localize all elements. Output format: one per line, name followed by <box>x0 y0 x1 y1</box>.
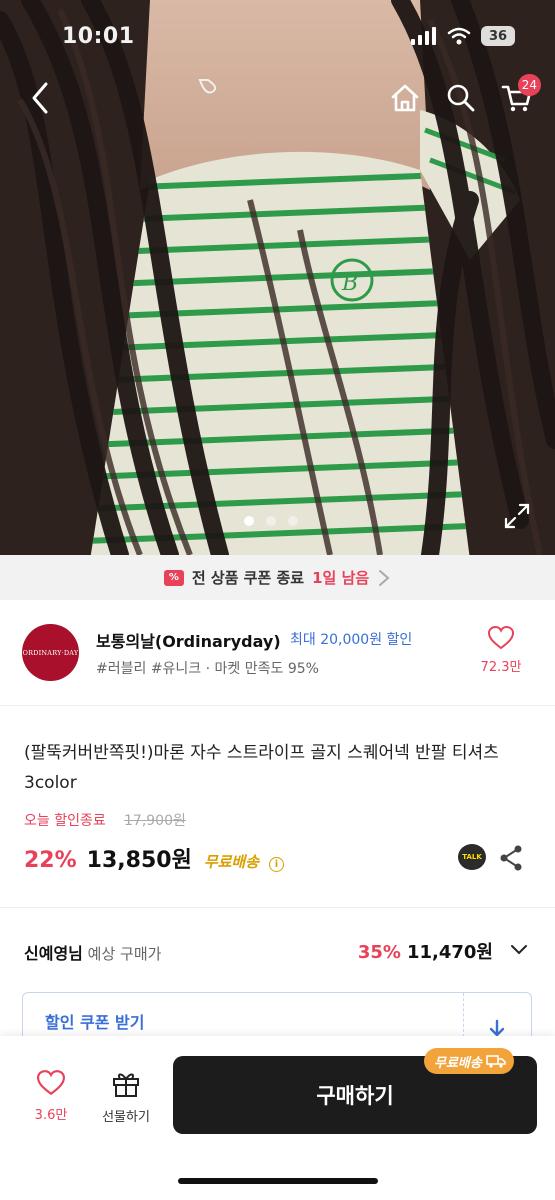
info-icon[interactable]: i <box>269 857 285 872</box>
member-discount-rate: 35% <box>357 942 401 963</box>
gift-label: 선물하기 <box>102 1110 150 1125</box>
signal-icon <box>411 27 436 45</box>
truck-icon <box>486 1055 506 1068</box>
product-image-gallery[interactable]: B 10:01 36 24 <box>0 0 555 555</box>
seller-logo[interactable]: ORDINARY·DAY <box>22 624 79 681</box>
cart-count-badge: 24 <box>517 74 541 96</box>
seller-like-button[interactable]: 72.3만 <box>471 625 531 675</box>
expand-image-button[interactable] <box>503 502 531 530</box>
chevron-left-icon <box>32 82 48 114</box>
discount-rate: 22% <box>24 848 77 873</box>
heart-icon <box>36 1070 66 1096</box>
price-row: 22% 13,850원 무료배송 i <box>24 842 285 874</box>
member-price-row[interactable]: 신예영님 예상 구매가 35% 11,470원 <box>0 908 555 988</box>
cart-button[interactable]: 24 <box>499 74 541 118</box>
home-indicator <box>178 1178 378 1184</box>
free-shipping-badge: 무료배송 <box>424 1048 514 1074</box>
kakao-talk-button[interactable]: TALK <box>458 844 486 870</box>
status-icons: 36 <box>411 26 515 46</box>
chevron-down-icon[interactable] <box>509 940 529 960</box>
seller-name[interactable]: 보통의날(Ordinaryday) <box>96 628 281 652</box>
back-button[interactable] <box>22 78 58 118</box>
seller-like-count: 72.3만 <box>480 660 522 675</box>
like-count: 3.6만 <box>34 1108 68 1123</box>
seller-coupon-link[interactable]: 최대 20,000원 할인 <box>290 629 412 649</box>
member-sub-label: 예상 구매가 <box>82 945 162 963</box>
top-navigation: 24 <box>0 74 555 122</box>
search-icon <box>447 84 475 112</box>
gallery-pagination <box>244 516 298 526</box>
gift-button[interactable]: 선물하기 <box>94 1070 158 1125</box>
like-button[interactable]: 3.6만 <box>28 1070 74 1123</box>
gallery-dot[interactable] <box>244 516 254 526</box>
sale-price: 13,850원 <box>86 848 192 873</box>
free-shipping-label: 무료배송 <box>203 853 260 871</box>
coupon-icon: % <box>163 569 184 586</box>
svg-text:B: B <box>341 271 358 296</box>
original-price: 17,900원 <box>124 813 186 829</box>
member-label: 신예영님 예상 구매가 <box>24 940 161 964</box>
member-price: 35% 11,470원 <box>358 938 493 964</box>
share-button[interactable] <box>498 844 524 872</box>
search-button[interactable] <box>443 78 479 118</box>
product-title: (팔뚝커버반쪽핏!)마론 자수 스트라이프 골지 스퀘어넥 반팔 티셔츠 3co… <box>24 743 499 793</box>
bottom-action-bar: 3.6만 선물하기 구매하기 무료배송 <box>0 1036 555 1200</box>
share-icon <box>500 845 522 871</box>
coupon-banner-text: 전 상품 쿠폰 종료 <box>191 569 305 587</box>
member-expected-price: 11,470원 <box>406 942 493 963</box>
heart-icon <box>487 625 515 650</box>
expand-icon <box>504 503 530 529</box>
home-button[interactable] <box>387 78 423 118</box>
product-info: (팔뚝커버반쪽핏!)마론 자수 스트라이프 골지 스퀘어넥 반팔 티셔츠 3co… <box>0 706 555 908</box>
gift-icon <box>113 1073 139 1097</box>
free-shipping-badge-label: 무료배송 <box>434 1055 482 1071</box>
status-bar: 10:01 36 <box>0 22 555 52</box>
battery-icon: 36 <box>481 26 515 46</box>
gallery-dot[interactable] <box>266 516 276 526</box>
coupon-banner-remaining: 1일 남음 <box>312 569 370 587</box>
seller-section: ORDINARY·DAY 보통의날(Ordinaryday) 최대 20,000… <box>0 600 555 706</box>
coupon-ending-banner[interactable]: % 전 상품 쿠폰 종료 1일 남음 <box>0 555 555 600</box>
wifi-icon <box>447 27 471 45</box>
home-icon <box>391 84 419 112</box>
chevron-right-icon <box>379 569 390 586</box>
member-name: 신예영님 <box>24 944 83 963</box>
coupon-download-label: 할인 쿠폰 받기 <box>45 1013 145 1032</box>
gallery-dot[interactable] <box>288 516 298 526</box>
seller-tags: #러블리 #유니크 · 마켓 만족도 95% <box>96 661 319 677</box>
status-time: 10:01 <box>62 24 135 49</box>
discount-end-label: 오늘 할인종료 <box>24 813 106 829</box>
